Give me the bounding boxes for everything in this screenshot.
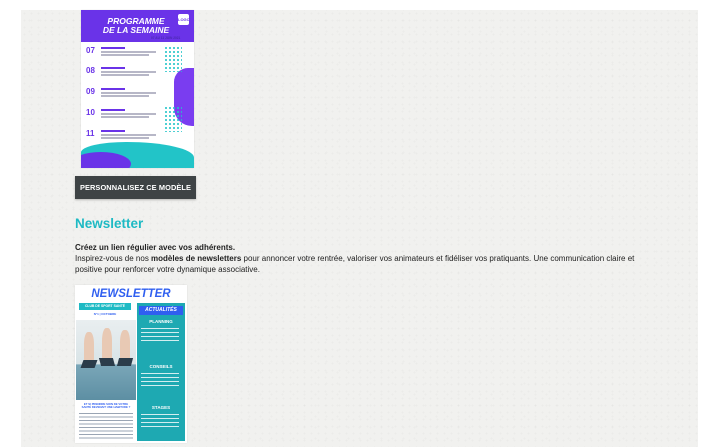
poster-title: PROGRAMME DE LA SEMAINE — [102, 16, 170, 35]
newsletter-tag: ACTUALITÉS — [139, 306, 183, 315]
page-background: LOGO PROGRAMME DE LA SEMAINE 07 AU 11 JU… — [21, 10, 698, 447]
newsletter-club: CLUB DE SPORT SANTÉ — [79, 303, 131, 310]
poster-day-row: 09 — [86, 87, 161, 103]
description-highlight: modèles de newsletters — [151, 254, 242, 263]
poster-logo: LOGO — [178, 14, 190, 25]
poster-day-row: 07 — [86, 46, 161, 62]
section-heading: Newsletter — [75, 216, 144, 231]
newsletter-section-title: CONSEILS — [149, 364, 173, 369]
programme-template-preview[interactable]: LOGO PROGRAMME DE LA SEMAINE 07 AU 11 JU… — [81, 10, 194, 168]
poster-day-row: 10 — [86, 108, 161, 124]
newsletter-section-title: STAGES — [151, 405, 171, 410]
description-lead: Créez un lien régulier avec vos adhérent… — [75, 243, 236, 252]
poster-date: 07 AU 11 JUIN 2021 — [151, 36, 181, 40]
poster-day-row: 08 — [86, 66, 161, 82]
newsletter-issue: N°1 | OCTOBRE — [93, 312, 117, 316]
newsletter-template-preview[interactable]: NEWSLETTER CLUB DE SPORT SANTÉ N°1 | OCT… — [75, 285, 187, 443]
newsletter-section-lines — [141, 328, 179, 344]
newsletter-title: NEWSLETTER — [91, 288, 171, 300]
newsletter-section-title: PLANNING — [149, 319, 173, 324]
newsletter-teaser: ET SI PRENDRE SOIN DE VOTRE SANTÉ DEVENA… — [81, 402, 131, 410]
newsletter-section-lines — [141, 414, 179, 430]
newsletter-photo — [76, 320, 136, 400]
poster-dots-decor — [164, 106, 182, 132]
newsletter-body-lines — [79, 413, 133, 439]
newsletter-section-lines — [141, 373, 179, 389]
poster-dots-decor — [164, 46, 182, 72]
customize-template-button[interactable]: PERSONNALISEZ CE MODÈLE — [75, 176, 196, 199]
section-description: Créez un lien régulier avec vos adhérent… — [75, 242, 655, 275]
